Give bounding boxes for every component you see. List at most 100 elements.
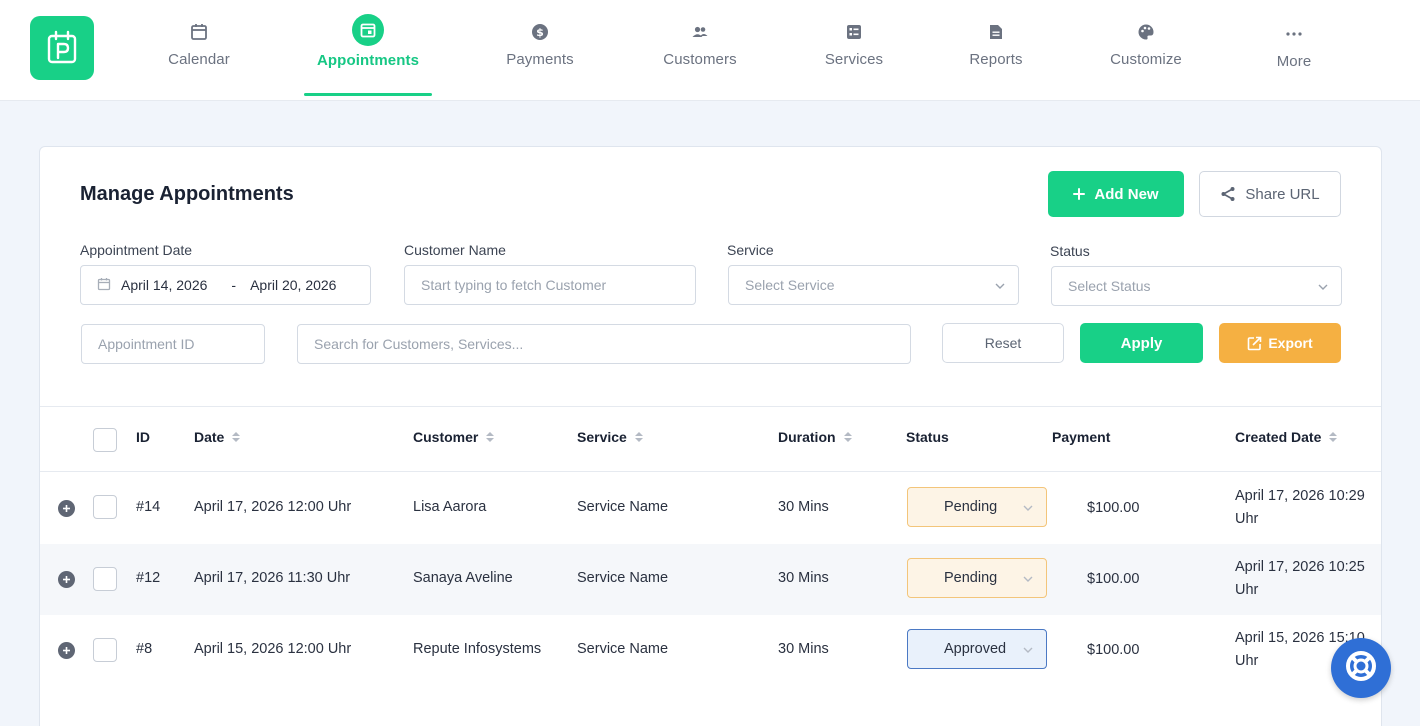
export-icon: [1247, 336, 1262, 351]
sort-icon: [231, 431, 241, 443]
chevron-down-icon: [1022, 644, 1034, 660]
status-value: Approved: [944, 641, 1007, 657]
duration: 30 Mins: [778, 641, 829, 657]
nav-calendar[interactable]: Calendar: [166, 0, 232, 96]
page-title: Manage Appointments: [80, 183, 294, 205]
help-button[interactable]: [1331, 638, 1391, 698]
status-dropdown[interactable]: Pending: [907, 487, 1047, 527]
nav-label: Payments: [506, 51, 574, 68]
expand-icon[interactable]: [58, 642, 75, 659]
logo-icon: [47, 30, 77, 64]
nav-label: Customers: [663, 51, 737, 68]
appointment-id[interactable]: #8: [136, 641, 152, 657]
duration: 30 Mins: [778, 499, 829, 515]
column-customer[interactable]: Customer: [413, 429, 495, 445]
table-row[interactable]: #8 April 15, 2026 12:00 Uhr Repute Infos…: [40, 615, 1381, 686]
nav-label: Calendar: [168, 51, 230, 68]
appointment-date-label: Appointment Date: [80, 242, 193, 258]
reports-icon: [984, 20, 1008, 44]
column-status: Status: [906, 429, 949, 445]
column-service[interactable]: Service: [577, 429, 644, 445]
service-name: Service Name: [577, 641, 669, 657]
customer-name-input[interactable]: Start typing to fetch Customer: [404, 265, 696, 305]
date-separator: -: [231, 277, 237, 293]
chevron-down-icon: [1317, 280, 1329, 296]
share-icon: [1220, 186, 1236, 202]
nav-services[interactable]: Services: [823, 0, 885, 96]
row-checkbox[interactable]: [93, 638, 117, 662]
service-name: Service Name: [577, 499, 669, 515]
created-date: April 17, 2026 10:29 Uhr: [1235, 488, 1365, 527]
lifebuoy-icon: [1344, 649, 1378, 688]
service-select[interactable]: Select Service: [728, 265, 1019, 305]
nav-appointments[interactable]: Appointments: [304, 0, 432, 96]
table-row[interactable]: #14 April 17, 2026 12:00 Uhr Lisa Aarora…: [40, 473, 1381, 544]
search-placeholder: Search for Customers, Services...: [314, 336, 524, 352]
nav-label: Reports: [969, 51, 1023, 68]
payment-amount: $100.00: [1087, 642, 1140, 658]
app-logo[interactable]: [30, 16, 94, 80]
table-header: ID Date Customer Service Duration Status…: [40, 406, 1381, 472]
status-dropdown[interactable]: Approved: [907, 629, 1047, 669]
nav-reports[interactable]: Reports: [968, 0, 1024, 96]
reset-label: Reset: [984, 335, 1022, 351]
column-created-date[interactable]: Created Date: [1235, 429, 1338, 445]
reset-button[interactable]: Reset: [942, 323, 1064, 363]
sort-icon: [634, 431, 644, 443]
payment-amount: $100.00: [1087, 571, 1140, 587]
apply-button[interactable]: Apply: [1080, 323, 1203, 363]
duration: 30 Mins: [778, 570, 829, 586]
date-range-picker[interactable]: April 14, 2026 - April 20, 2026: [80, 265, 371, 305]
more-icon: [1282, 20, 1306, 44]
table-row[interactable]: #12 April 17, 2026 11:30 Uhr Sanaya Avel…: [40, 544, 1381, 615]
nav-more[interactable]: More: [1274, 0, 1314, 96]
customer-name: Repute Infosystems: [413, 641, 542, 657]
column-id: ID: [136, 429, 150, 445]
appointment-id[interactable]: #14: [136, 499, 160, 515]
date-to: April 20, 2026: [250, 277, 337, 293]
chevron-down-icon: [994, 279, 1006, 295]
row-checkbox[interactable]: [93, 495, 117, 519]
row-checkbox[interactable]: [93, 567, 117, 591]
chevron-down-icon: [1022, 573, 1034, 589]
active-tab-indicator: [304, 93, 432, 96]
nav-customers[interactable]: Customers: [660, 0, 740, 96]
select-all-checkbox[interactable]: [93, 428, 117, 452]
expand-icon[interactable]: [58, 500, 75, 517]
appointment-date: April 17, 2026 12:00 Uhr: [194, 499, 352, 515]
share-url-label: Share URL: [1245, 185, 1320, 203]
status-select[interactable]: Select Status: [1051, 266, 1342, 306]
sort-icon: [1328, 431, 1338, 443]
nav-payments[interactable]: $ Payments: [504, 0, 576, 96]
svg-text:$: $: [536, 26, 544, 39]
date-from: April 14, 2026: [121, 277, 208, 293]
status-dropdown[interactable]: Pending: [907, 558, 1047, 598]
appointment-id[interactable]: #12: [136, 570, 160, 586]
sort-icon: [843, 431, 853, 443]
chevron-down-icon: [1022, 502, 1034, 518]
share-url-button[interactable]: Share URL: [1199, 171, 1341, 217]
calendar-icon: [187, 20, 211, 44]
services-icon: [842, 20, 866, 44]
status-label: Status: [1050, 243, 1090, 259]
search-input[interactable]: Search for Customers, Services...: [297, 324, 911, 364]
payment-amount: $100.00: [1087, 500, 1140, 516]
column-date[interactable]: Date: [194, 429, 241, 445]
status-value: Pending: [944, 570, 998, 586]
nav-label: More: [1276, 53, 1312, 70]
customer-name-label: Customer Name: [404, 242, 506, 258]
add-new-label: Add New: [1094, 185, 1159, 203]
export-button[interactable]: Export: [1219, 323, 1341, 363]
service-name: Service Name: [577, 570, 669, 586]
column-duration[interactable]: Duration: [778, 429, 853, 445]
customer-placeholder: Start typing to fetch Customer: [421, 277, 607, 293]
apply-label: Apply: [1120, 334, 1163, 352]
export-label: Export: [1268, 335, 1313, 351]
customer-name: Lisa Aarora: [413, 499, 487, 515]
nav-customize[interactable]: Customize: [1107, 0, 1185, 96]
add-new-button[interactable]: Add New: [1048, 171, 1184, 217]
status-placeholder: Select Status: [1068, 278, 1151, 294]
column-payment: Payment: [1052, 429, 1111, 445]
expand-icon[interactable]: [58, 571, 75, 588]
appointment-id-input[interactable]: Appointment ID: [81, 324, 265, 364]
